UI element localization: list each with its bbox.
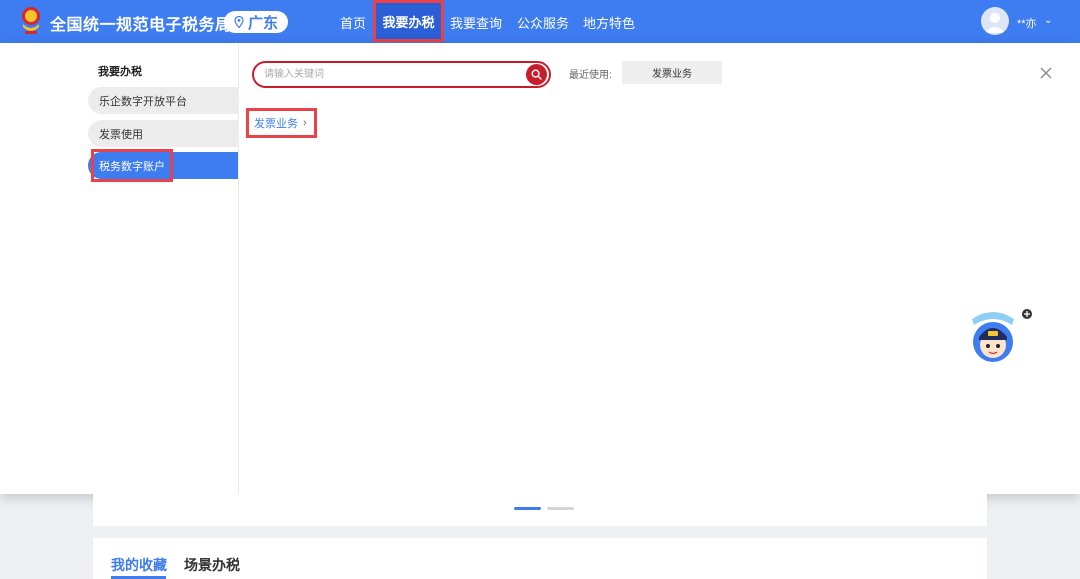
recent-used-label: 最近使用: — [569, 70, 612, 81]
tax-emblem-logo — [22, 7, 40, 34]
search-button[interactable] — [526, 64, 547, 85]
invoice-business-link[interactable]: 发票业务 › — [246, 108, 317, 138]
nav-local-features[interactable]: 地方特色 — [583, 13, 635, 32]
search-input[interactable] — [264, 66, 514, 83]
close-icon[interactable] — [1038, 65, 1054, 81]
chevron-down-icon[interactable]: ⌄ — [1044, 15, 1052, 26]
carousel-dot[interactable] — [547, 507, 574, 510]
carousel-dot-active[interactable] — [514, 507, 541, 510]
nav-tax-handling[interactable]: 我要办税 — [373, 0, 444, 42]
assistant-mascot-icon[interactable] — [966, 307, 1032, 363]
location-pin-icon — [234, 16, 244, 28]
top-navbar: 全国统一规范电子税务局 广东 首页 我要办税 我要查询 公众服务 地方特色 **… — [0, 0, 1080, 43]
sidebar-heading: 我要办税 — [98, 66, 142, 78]
tax-handling-dropdown-panel: 我要办税 乐企数字开放平台 发票使用 税务数字账户 最近使用: 发票业务 发票业… — [0, 43, 1080, 494]
user-avatar-icon — [985, 13, 1005, 33]
region-label: 广东 — [247, 14, 278, 32]
tab-scenario-tax[interactable]: 场景办税 — [184, 555, 240, 575]
site-title: 全国统一规范电子税务局 — [50, 17, 232, 34]
carousel-card — [93, 494, 987, 526]
search-icon — [531, 69, 542, 80]
category-sidebar: 我要办税 乐企数字开放平台 发票使用 税务数字账户 — [0, 43, 239, 494]
sidebar-item-label: 发票使用 — [99, 128, 143, 141]
avatar[interactable] — [981, 7, 1009, 35]
region-selector[interactable]: 广东 — [224, 11, 288, 33]
sidebar-item-invoice-use[interactable]: 发票使用 — [88, 120, 238, 147]
sidebar-item-leqi-platform[interactable]: 乐企数字开放平台 — [88, 87, 238, 114]
nav-home[interactable]: 首页 — [340, 13, 366, 32]
user-name[interactable]: **亦 — [1017, 15, 1037, 31]
tab-my-favorites[interactable]: 我的收藏 — [111, 555, 167, 575]
sidebar-item-label: 乐企数字开放平台 — [99, 95, 187, 108]
search-field[interactable] — [252, 61, 551, 88]
nav-query[interactable]: 我要查询 — [450, 13, 502, 32]
nav-public-service[interactable]: 公众服务 — [517, 13, 569, 32]
invoice-business-label: 发票业务 — [254, 118, 298, 130]
highlight-annotation-box — [91, 149, 173, 182]
chevron-right-icon: › — [303, 117, 307, 129]
recent-chip-invoice-business[interactable]: 发票业务 — [622, 61, 722, 84]
